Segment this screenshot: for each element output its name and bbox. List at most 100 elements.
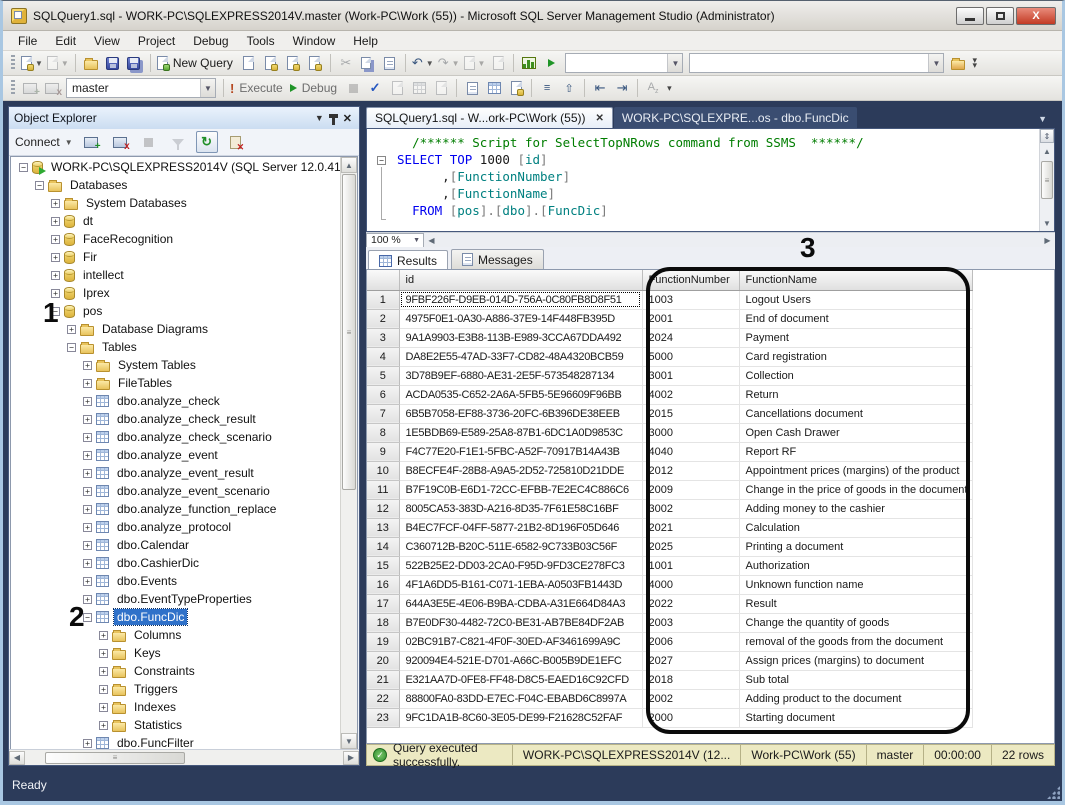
scroll-left-button[interactable]: ◀ xyxy=(9,751,25,765)
results-to-grid-button[interactable] xyxy=(483,77,505,99)
tree-item-label[interactable]: Keys xyxy=(131,645,164,661)
code-area[interactable]: /****** Script for SelectTopNRows comman… xyxy=(367,129,1039,231)
scroll-right-button[interactable]: ▶ xyxy=(343,751,359,765)
id-cell[interactable]: 9A1A9903-E3B8-113B-E989-3CCA67DDA492 xyxy=(399,328,642,347)
expand-icon[interactable]: + xyxy=(51,271,60,280)
tree-item-keys[interactable]: +Keys xyxy=(11,644,340,662)
results-to-file-button[interactable] xyxy=(505,77,527,99)
collapse-icon[interactable]: − xyxy=(67,343,76,352)
row-number-cell[interactable]: 13 xyxy=(367,518,399,537)
expand-icon[interactable]: + xyxy=(83,469,92,478)
row-number-cell[interactable]: 8 xyxy=(367,423,399,442)
expand-icon[interactable]: + xyxy=(83,451,92,460)
row-number-cell[interactable]: 21 xyxy=(367,670,399,689)
row-number-cell[interactable]: 17 xyxy=(367,594,399,613)
tree-item-label[interactable]: intellect xyxy=(80,267,127,283)
available-databases-combobox[interactable]: master▼ xyxy=(66,78,216,98)
id-cell[interactable]: 9FBF226F-D9EB-014D-756A-0C80FB8D8F51 xyxy=(399,290,642,309)
row-number-cell[interactable]: 16 xyxy=(367,575,399,594)
object-explorer-tree[interactable]: −WORK-PC\SQLEXPRESS2014V (SQL Server 12.… xyxy=(11,157,340,749)
tree-item-tables[interactable]: −Tables xyxy=(11,338,340,356)
id-cell[interactable]: 1E5BDB69-E589-25A8-87B1-6DC1A0D9853C xyxy=(399,423,642,442)
tree-item-dbo-analyze-check-result[interactable]: +dbo.analyze_check_result xyxy=(11,410,340,428)
scroll-up-button[interactable]: ▲ xyxy=(1040,143,1054,159)
tree-item-label[interactable]: Triggers xyxy=(131,681,181,697)
expand-icon[interactable]: + xyxy=(83,415,92,424)
disconnect-button[interactable] xyxy=(109,131,131,153)
expand-icon[interactable]: + xyxy=(83,559,92,568)
copy-button[interactable] xyxy=(357,52,379,74)
tree-horizontal-scrollbar[interactable]: ◀ ≡ ▶ xyxy=(9,749,359,765)
xmla-query-button[interactable] xyxy=(304,52,326,74)
tree-item-dbo-cashierdic[interactable]: +dbo.CashierDic xyxy=(11,554,340,572)
expand-icon[interactable]: + xyxy=(67,325,76,334)
sql-editor[interactable]: /****** Script for SelectTopNRows comman… xyxy=(366,128,1055,232)
tree-item-columns[interactable]: + Columns xyxy=(11,626,340,644)
scroll-up-button[interactable]: ▲ xyxy=(341,157,357,173)
tree-item-label[interactable]: dbo.Calendar xyxy=(114,537,192,553)
add-item-button[interactable]: ▼ xyxy=(45,52,71,74)
tree-item-label[interactable]: dbo.EventTypeProperties xyxy=(114,591,255,607)
expand-icon[interactable]: + xyxy=(83,397,92,406)
id-cell[interactable]: 4975F0E1-0A30-A886-37E9-14F448FB395D xyxy=(399,309,642,328)
expand-icon[interactable]: + xyxy=(51,253,60,262)
id-cell[interactable]: ACDA0535-C652-2A6A-5FB5-5E96609F96BB xyxy=(399,385,642,404)
tree-item-database-diagrams[interactable]: + Database Diagrams xyxy=(11,320,340,338)
split-window-handle[interactable]: ⇕ xyxy=(1040,129,1054,143)
scroll-down-button[interactable]: ▼ xyxy=(1040,215,1054,231)
column-header-id[interactable]: id xyxy=(399,270,642,290)
change-connection-button[interactable] xyxy=(19,77,41,99)
row-number-cell[interactable]: 2 xyxy=(367,309,399,328)
debug-button[interactable]: Debug xyxy=(288,77,342,99)
window-position-button[interactable]: ▼ xyxy=(315,113,324,123)
code-line[interactable]: ,[FunctionName] xyxy=(397,185,1039,202)
navigate-backward-button[interactable]: ▼ xyxy=(462,52,488,74)
tree-item-label[interactable]: dbo.analyze_event_scenario xyxy=(114,483,273,499)
code-line[interactable]: /****** Script for SelectTopNRows comman… xyxy=(397,134,1039,151)
activity-monitor-button[interactable] xyxy=(518,52,540,74)
tree-item-filetables[interactable]: +FileTables xyxy=(11,374,340,392)
row-number-cell[interactable]: 7 xyxy=(367,404,399,423)
toolbar-options-button[interactable]: ▾▾ xyxy=(972,58,975,68)
id-cell[interactable]: B8ECFE4F-28B8-A9A5-2D52-725810D21DDE xyxy=(399,461,642,480)
expand-icon[interactable]: + xyxy=(83,433,92,442)
database-engine-query-button[interactable] xyxy=(238,52,260,74)
id-cell[interactable]: B7F19C0B-E6D1-72CC-EFBB-7E2EC4C886C6 xyxy=(399,480,642,499)
save-all-button[interactable] xyxy=(124,52,146,74)
id-cell[interactable]: 8005CA53-383D-A216-8D35-7F61E58C16BF xyxy=(399,499,642,518)
mdx-query-button[interactable] xyxy=(260,52,282,74)
open-file-button[interactable] xyxy=(80,52,102,74)
tree-item-dbo-eventtypeproperties[interactable]: +dbo.EventTypeProperties xyxy=(11,590,340,608)
row-number-cell[interactable]: 20 xyxy=(367,651,399,670)
tab-messages[interactable]: Messages xyxy=(451,249,544,269)
tree-item-label[interactable]: dbo.analyze_check_scenario xyxy=(114,429,275,445)
toolbar-combobox-1[interactable]: ▼ xyxy=(565,53,683,73)
tree-item-fir[interactable]: +Fir xyxy=(11,248,340,266)
expand-icon[interactable]: + xyxy=(83,739,92,748)
expand-icon[interactable]: + xyxy=(83,361,92,370)
tab-sqlquery1[interactable]: SQLQuery1.sql - W...ork-PC\Work (55)) ✕ xyxy=(366,107,613,128)
menu-edit[interactable]: Edit xyxy=(46,32,85,50)
expand-icon[interactable]: + xyxy=(99,631,108,640)
object-explorer-header[interactable]: Object Explorer ▼ ✕ xyxy=(9,107,359,129)
undo-button[interactable]: ↶▼ xyxy=(410,52,436,74)
active-files-dropdown-button[interactable]: ▼ xyxy=(1030,114,1055,128)
scrollbar-thumb[interactable]: ≡ xyxy=(342,174,356,490)
collapse-icon[interactable]: − xyxy=(35,181,44,190)
new-query-button[interactable]: New Query xyxy=(155,52,238,74)
id-cell[interactable]: 644A3E5E-4E06-B9BA-CDBA-A31E664D84A3 xyxy=(399,594,642,613)
tree-item-label[interactable]: Iprex xyxy=(80,285,113,301)
tree-item-label[interactable]: dbo.analyze_function_replace xyxy=(114,501,279,517)
row-number-cell[interactable]: 14 xyxy=(367,537,399,556)
tree-item-label[interactable]: Columns xyxy=(131,627,184,643)
menu-project[interactable]: Project xyxy=(129,32,184,50)
expand-icon[interactable]: + xyxy=(83,505,92,514)
tree-item-dt[interactable]: +dt xyxy=(11,212,340,230)
toolbar-combobox-2[interactable]: ▼ xyxy=(689,53,944,73)
stop-button[interactable] xyxy=(342,77,364,99)
tree-item-work-pc-sqlexpress2014v-sql-server-12-0-[interactable]: −WORK-PC\SQLEXPRESS2014V (SQL Server 12.… xyxy=(11,158,340,176)
row-number-cell[interactable]: 11 xyxy=(367,480,399,499)
tree-item-label[interactable]: Database Diagrams xyxy=(99,321,211,337)
tree-item-label[interactable]: dbo.FuncFilter xyxy=(114,735,197,749)
tree-item-label[interactable]: dbo.analyze_check xyxy=(114,393,223,409)
